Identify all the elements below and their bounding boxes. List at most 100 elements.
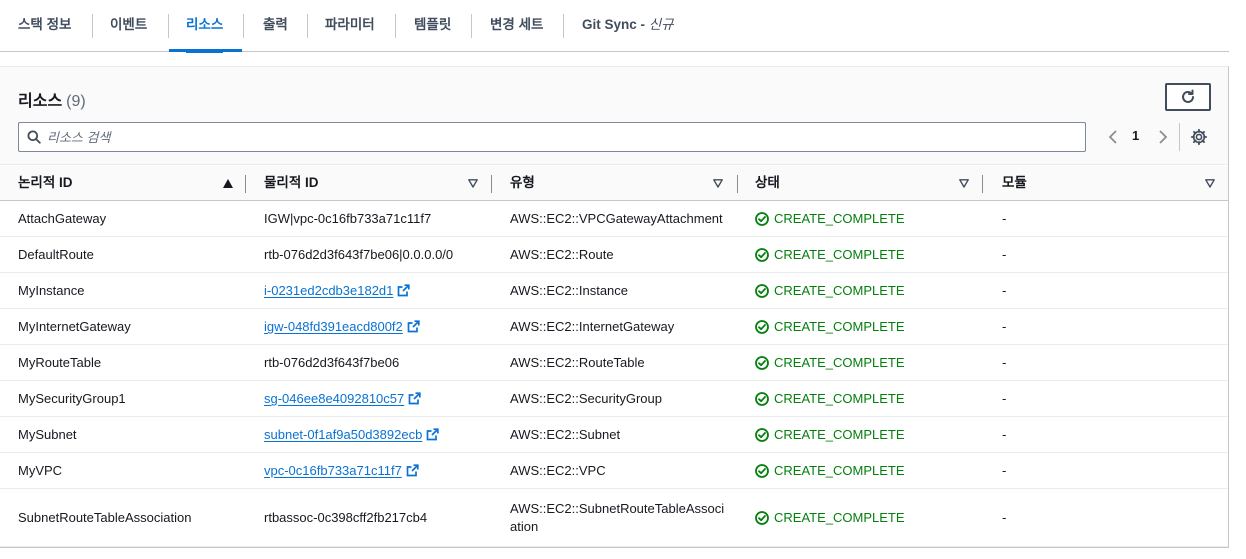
- logical-id-text: DefaultRoute: [18, 247, 94, 262]
- current-page-number[interactable]: 1: [1132, 128, 1139, 143]
- logical-id-cell: MyVPC: [18, 453, 62, 488]
- tab-bar: 스택 정보 이벤트 리소스 출력 파라미터 템플릿 변경 세트 Git Sync…: [0, 0, 1229, 53]
- type-cell: AWS::EC2::Route: [510, 237, 730, 272]
- logical-id-cell: DefaultRoute: [18, 237, 94, 272]
- logical-id-cell: AttachGateway: [18, 201, 106, 236]
- status-indicator: CREATE_COMPLETE: [755, 391, 905, 406]
- module-text: -: [1002, 510, 1007, 525]
- column-resizer[interactable]: [245, 175, 246, 193]
- status-cell: CREATE_COMPLETE: [755, 237, 905, 272]
- table-row: MyRouteTable rtb-076d2d3f643f7be06 AWS::EC…: [0, 345, 1228, 381]
- table-row: DefaultRoute rtb-076d2d3f643f7be06|0.0.0.…: [0, 237, 1228, 273]
- status-cell: CREATE_COMPLETE: [755, 381, 905, 416]
- column-header-type[interactable]: 유형: [510, 166, 535, 201]
- module-text: -: [1002, 247, 1007, 262]
- sort-icon[interactable]: [959, 179, 969, 188]
- search-field[interactable]: [18, 122, 1086, 152]
- panel-header: 리소스(9) 1: [0, 67, 1228, 165]
- refresh-button[interactable]: [1165, 83, 1211, 111]
- type-cell: AWS::EC2::Instance: [510, 273, 730, 308]
- physical-id-cell: igw-048fd391eacd800f2: [264, 309, 420, 344]
- refresh-icon: [1182, 89, 1194, 103]
- physical-id-cell: rtb-076d2d3f643f7be06: [264, 345, 399, 380]
- physical-id-link[interactable]: vpc-0c16fb733a71c11f7: [264, 463, 402, 478]
- physical-id-text: rtb-076d2d3f643f7be06: [264, 355, 400, 370]
- type-text: AWS::EC2::SubnetRouteTableAssociation: [510, 500, 725, 534]
- column-resizer[interactable]: [982, 175, 983, 193]
- column-header-status[interactable]: 상태: [755, 166, 780, 201]
- external-link-icon: [398, 284, 411, 297]
- module-text: -: [1002, 427, 1007, 442]
- tab-divider: [471, 14, 472, 38]
- physical-id-link[interactable]: i-0231ed2cdb3e182d1: [264, 283, 393, 298]
- tab-git-sync-new-badge: 신규: [648, 17, 674, 32]
- column-header-logical-id[interactable]: 논리적 ID: [18, 166, 73, 201]
- tab-stack-info[interactable]: 스택 정보: [18, 0, 71, 52]
- tab-divider: [168, 14, 169, 38]
- resources-panel: 리소스(9) 1 논리적 ID: [0, 66, 1229, 548]
- status-text: CREATE_COMPLETE: [774, 427, 905, 442]
- type-cell: AWS::EC2::SecurityGroup: [510, 381, 730, 416]
- type-cell: AWS::EC2::Subnet: [510, 417, 730, 452]
- tab-git-sync-label: Git Sync -: [582, 17, 649, 32]
- next-page-icon[interactable]: [1155, 128, 1171, 146]
- physical-id-link[interactable]: igw-048fd391eacd800f2: [264, 319, 403, 334]
- status-indicator: CREATE_COMPLETE: [755, 319, 905, 334]
- module-cell: -: [1002, 201, 1006, 236]
- module-cell: -: [1002, 453, 1006, 488]
- tab-outputs[interactable]: 출력: [263, 0, 288, 52]
- type-text: AWS::EC2::Route: [510, 246, 614, 262]
- tab-divider: [563, 14, 564, 38]
- column-resizer[interactable]: [491, 175, 492, 193]
- success-check-icon: [755, 247, 769, 262]
- status-cell: CREATE_COMPLETE: [755, 453, 905, 488]
- status-cell: CREATE_COMPLETE: [755, 201, 905, 236]
- module-text: -: [1002, 463, 1007, 478]
- status-text: CREATE_COMPLETE: [774, 463, 905, 478]
- module-cell: -: [1002, 237, 1006, 272]
- tab-parameters[interactable]: 파라미터: [325, 0, 375, 52]
- tab-events[interactable]: 이벤트: [110, 0, 147, 52]
- physical-id-link[interactable]: sg-046ee8e4092810c57: [264, 391, 404, 406]
- previous-page-icon[interactable]: [1105, 128, 1121, 146]
- table-row: MySecurityGroup1 sg-046ee8e4092810c57 AWS:…: [0, 381, 1228, 417]
- tab-divider: [243, 14, 244, 38]
- success-check-icon: [755, 211, 769, 226]
- tab-divider: [395, 14, 396, 38]
- module-cell: -: [1002, 273, 1006, 308]
- column-header-physical-id[interactable]: 물리적 ID: [264, 166, 319, 201]
- physical-id-cell: rtb-076d2d3f643f7be06|0.0.0.0/0: [264, 237, 453, 272]
- tab-git-sync[interactable]: Git Sync - 신규: [582, 0, 674, 52]
- physical-id-cell: vpc-0c16fb733a71c11f7: [264, 453, 419, 488]
- table-row: MyInternetGateway igw-048fd391eacd800f2 AW…: [0, 309, 1228, 345]
- physical-id-link[interactable]: subnet-0f1af9a50d3892ecb: [264, 427, 422, 442]
- sort-icon[interactable]: [713, 179, 723, 188]
- search-input[interactable]: [47, 123, 1067, 151]
- column-resizer[interactable]: [737, 175, 738, 193]
- module-cell: -: [1002, 417, 1006, 452]
- success-check-icon: [755, 463, 769, 478]
- status-text: CREATE_COMPLETE: [774, 391, 905, 406]
- table-header: 논리적 ID 물리적 ID 유형 상태 모듈: [0, 166, 1228, 201]
- column-header-module[interactable]: 모듈: [1002, 166, 1027, 201]
- gear-icon[interactable]: [1190, 128, 1208, 146]
- logical-id-text: SubnetRouteTableAssociation: [18, 510, 192, 525]
- sort-icon[interactable]: [1205, 179, 1215, 188]
- logical-id-text: MyInternetGateway: [18, 319, 131, 334]
- tab-resources[interactable]: 리소스: [186, 0, 224, 53]
- search-icon: [27, 130, 41, 144]
- module-cell: -: [1002, 345, 1006, 380]
- logical-id-cell: SubnetRouteTableAssociation: [18, 489, 191, 546]
- table-row: MyInstance i-0231ed2cdb3e182d1 AWS::EC2::I…: [0, 273, 1228, 309]
- tab-template[interactable]: 템플릿: [414, 0, 451, 52]
- type-text: AWS::EC2::InternetGateway: [510, 318, 675, 334]
- success-check-icon: [755, 391, 769, 406]
- type-cell: AWS::EC2::InternetGateway: [510, 309, 730, 344]
- type-cell: AWS::EC2::VPCGatewayAttachment: [510, 201, 730, 236]
- type-text: AWS::EC2::VPCGatewayAttachment: [510, 210, 723, 226]
- panel-title: 리소스 (9): [18, 87, 86, 111]
- status-indicator: CREATE_COMPLETE: [755, 247, 905, 262]
- tab-change-sets[interactable]: 변경 세트: [490, 0, 543, 52]
- sort-icon[interactable]: [468, 179, 478, 188]
- sort-ascending-icon[interactable]: [223, 179, 233, 188]
